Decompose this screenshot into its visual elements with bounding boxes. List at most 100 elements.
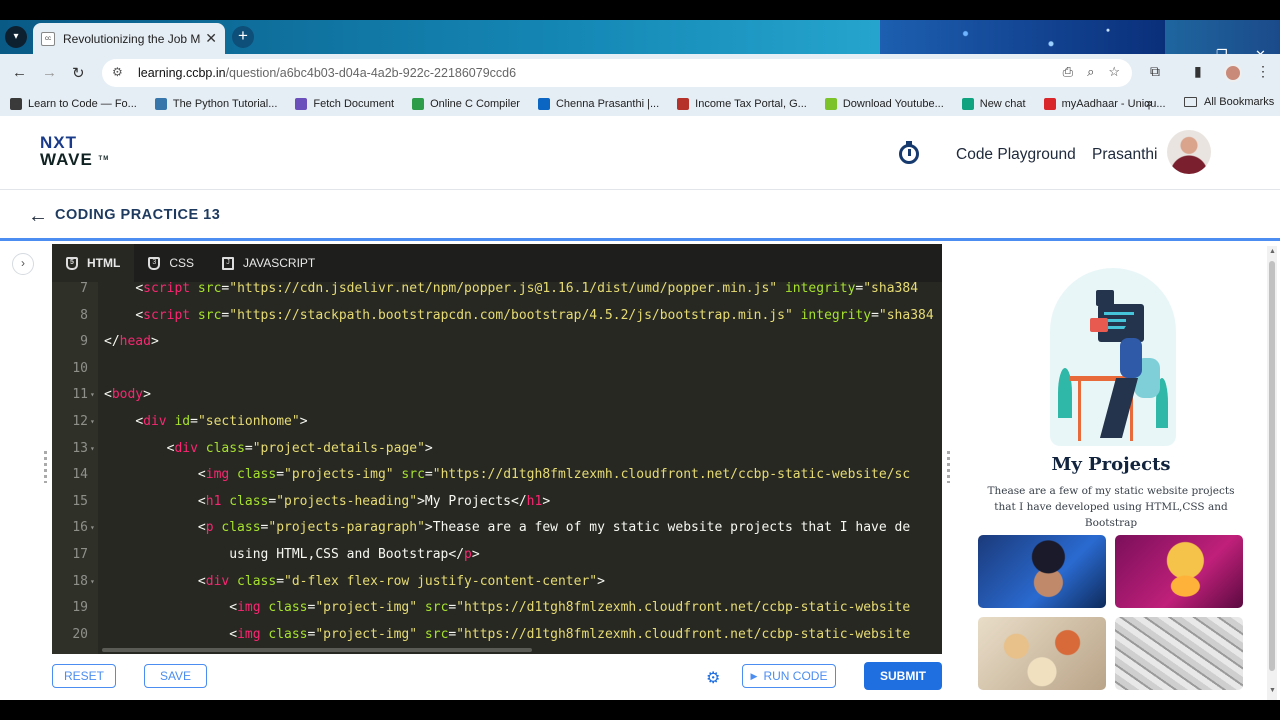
bookmarks-overflow-icon[interactable]: »: [1146, 96, 1153, 110]
forward-icon[interactable]: →: [42, 64, 57, 81]
code-token: >: [597, 573, 605, 589]
code-token: <: [197, 467, 206, 483]
code-line[interactable]: 12 ▾ <div id="sectionhome">: [52, 409, 942, 435]
preview-scrollbar[interactable]: ▲ ▼: [1267, 246, 1277, 700]
save-button[interactable]: SAVE: [144, 664, 207, 688]
code-token: >: [542, 493, 551, 509]
code-line[interactable]: 7 <script src="https://cdn.jsdelivr.net/…: [52, 282, 942, 302]
username[interactable]: Prasanthi: [1092, 146, 1157, 164]
submit-button[interactable]: SUBMIT: [864, 662, 942, 690]
code-line[interactable]: 13 ▾ <div class="project-details-page">: [52, 436, 942, 462]
extensions-icon[interactable]: ⧉: [1150, 63, 1160, 80]
bookmark-item[interactable]: Download Youtube...: [824, 98, 944, 110]
code-line[interactable]: 17 using HTML,CSS and Bootstrap</p>: [52, 542, 942, 568]
line-number: 15: [72, 493, 88, 509]
run-code-button[interactable]: ▶ RUN CODE: [742, 664, 836, 688]
panel-resize-handle[interactable]: [947, 451, 950, 483]
code-token: src: [190, 307, 222, 323]
code-line[interactable]: 9 </head>: [52, 329, 942, 355]
code-token: "sha384: [863, 282, 919, 296]
scroll-down-icon[interactable]: ▼: [1269, 687, 1276, 694]
code-line[interactable]: 11 ▾ <body>: [52, 382, 942, 408]
fold-arrow-icon[interactable]: ▾: [90, 382, 95, 408]
fold-arrow-icon[interactable]: ▾: [90, 436, 95, 462]
browser-tab-active[interactable]: cc Revolutionizing the Job Market ✕: [33, 23, 225, 54]
settings-gear-icon[interactable]: ⚙: [706, 668, 720, 688]
tab-javascript[interactable]: J JAVASCRIPT: [208, 244, 329, 282]
site-info-icon[interactable]: ⚙: [112, 65, 128, 81]
code-line[interactable]: 14 <img class="projects-img" src="https:…: [52, 462, 942, 488]
fold-arrow-icon[interactable]: ▾: [90, 409, 95, 435]
zoom-icon[interactable]: ⌕: [1087, 64, 1094, 80]
code-token: "https://d1tgh8fmlzexmh.cloudfront.net/c…: [432, 467, 911, 483]
editor-horizontal-scrollbar[interactable]: [102, 648, 532, 652]
scroll-up-icon[interactable]: ▲: [1269, 248, 1276, 255]
stopwatch-icon[interactable]: [899, 141, 919, 164]
run-code-label: RUN CODE: [763, 669, 828, 683]
bookmark-star-icon[interactable]: ☆: [1108, 64, 1120, 80]
reset-button[interactable]: RESET: [52, 664, 116, 688]
logo-bottom: WAVE: [40, 150, 93, 169]
bookmark-item[interactable]: Income Tax Portal, G...: [677, 98, 807, 110]
code-line[interactable]: 8 <script src = "https://stackpath.bootstr…: [52, 303, 942, 329]
code-token: id: [166, 414, 191, 429]
browser-profile-avatar[interactable]: [1224, 64, 1242, 82]
bookmark-item[interactable]: Learn to Code — Fo...: [10, 98, 137, 110]
tab-css[interactable]: 3 CSS: [134, 244, 208, 282]
nxtwave-logo[interactable]: NXT WAVE TM: [40, 134, 109, 168]
address-bar[interactable]: ⚙ learning.ccbp.in/question/a6bc4b03-d04…: [102, 59, 1132, 87]
css-file-icon: 3: [148, 256, 161, 270]
line-number: 17: [72, 547, 88, 562]
code-playground-link[interactable]: Code Playground: [956, 146, 1076, 164]
bookmark-item[interactable]: The Python Tutorial...: [154, 98, 277, 110]
bookmark-favicon-icon: [824, 98, 837, 110]
expand-sidebar-button[interactable]: ›: [12, 253, 34, 275]
bookmark-item[interactable]: New chat: [961, 98, 1026, 110]
all-bookmarks-button[interactable]: All Bookmarks: [1184, 96, 1274, 108]
code-token: >Thease are a few of my static website p…: [424, 520, 911, 536]
tab-close-icon[interactable]: ✕: [205, 30, 217, 47]
code-token: img: [237, 600, 261, 616]
user-avatar[interactable]: [1167, 130, 1211, 174]
fold-arrow-icon[interactable]: ▾: [90, 569, 95, 595]
code-line[interactable]: 15 <h1 class="projects-heading">My Proje…: [52, 489, 942, 515]
code-token: "sha384: [878, 307, 934, 323]
code-editor[interactable]: 5 HTML 3 CSS J JAVASCRIPT 7 <script src="ht…: [52, 244, 993, 654]
code-token: img: [237, 626, 261, 642]
all-bookmarks-label: All Bookmarks: [1204, 96, 1275, 108]
code-token: p: [464, 547, 472, 562]
chrome-menu-icon[interactable]: ⋮: [1256, 63, 1270, 80]
code-line[interactable]: 18 ▾ <div class="d-flex flex-row justify-…: [52, 569, 942, 595]
code-line[interactable]: 19 <img class="project-img" src="https:/…: [52, 595, 942, 621]
back-icon[interactable]: ←: [12, 64, 27, 81]
reload-icon[interactable]: ↻: [72, 64, 85, 82]
side-panel-icon[interactable]: ▮: [1194, 63, 1202, 80]
install-icon[interactable]: ⎙: [1063, 64, 1073, 80]
project-image-food: [978, 617, 1106, 690]
left-resize-handle[interactable]: [44, 451, 47, 483]
tab-html[interactable]: 5 HTML: [52, 244, 135, 282]
code-token: integrity: [792, 307, 872, 323]
bookmark-favicon-icon: [961, 98, 974, 110]
code-line[interactable]: 10: [52, 356, 942, 382]
line-number: 10: [72, 360, 88, 376]
bookmark-item[interactable]: Chenna Prasanthi |...: [537, 98, 659, 110]
bookmark-item[interactable]: Fetch Document: [295, 98, 394, 110]
new-tab-button[interactable]: +: [232, 26, 254, 48]
line-number: 7: [80, 282, 88, 296]
preview-scroll-thumb[interactable]: [1269, 261, 1275, 671]
bookmark-item[interactable]: Online C Compiler: [412, 98, 520, 110]
fold-arrow-icon[interactable]: ▾: [90, 515, 95, 541]
code-area[interactable]: 7 <script src="https://cdn.jsdelivr.net/…: [52, 282, 942, 654]
tab-search-button[interactable]: ▾: [5, 26, 27, 48]
back-arrow-icon[interactable]: ←: [28, 205, 48, 228]
html-file-icon: 5: [66, 256, 78, 270]
code-line[interactable]: 20 <img class="project-img" src="https:/…: [52, 622, 942, 648]
code-token: =: [871, 307, 879, 323]
code-line[interactable]: 16 ▾ <p class="projects-paragraph">Thease…: [52, 515, 942, 541]
code-token: class: [221, 493, 269, 509]
